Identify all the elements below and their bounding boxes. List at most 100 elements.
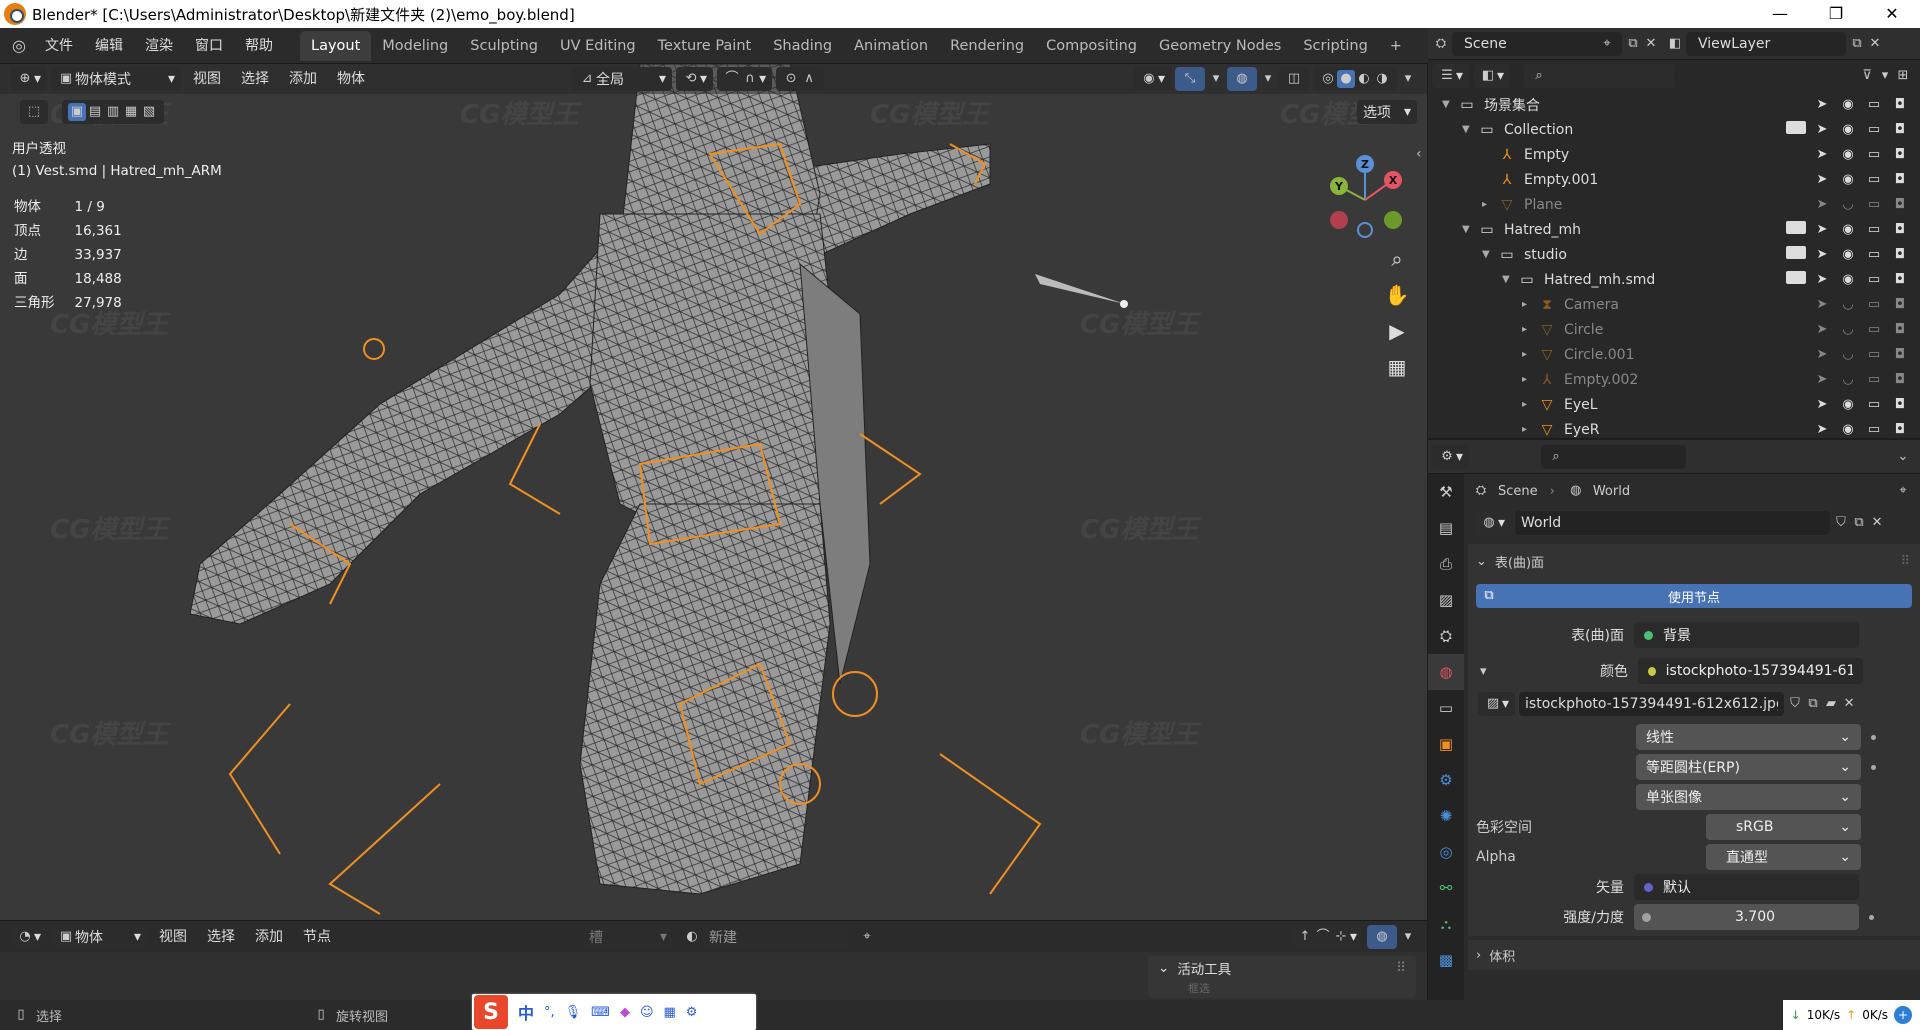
eye-icon[interactable]: ◡ [1838,347,1858,362]
viewport-visibility-icon[interactable]: ▭ [1864,422,1884,437]
eye-icon[interactable]: ◉ [1838,272,1858,287]
node-snap-icon[interactable]: ⊹ [1332,928,1350,946]
world-browse-button[interactable]: ◍▾ [1474,511,1511,535]
shading-dropdown-icon[interactable]: ▾ [1399,70,1417,88]
physics-tab-icon[interactable]: ◎ [1428,834,1464,870]
surface-shader-field[interactable]: 背景 [1634,622,1859,648]
delete-scene-icon[interactable]: ✕ [1642,35,1660,53]
selectable-icon[interactable]: ➤ [1812,247,1832,262]
ortho-grid-icon[interactable]: ▦ [1380,350,1414,384]
render-visibility-icon[interactable]: ◘ [1890,172,1910,187]
shader-editor-canvas[interactable]: ⌄活动工具⠿ 框选 [0,952,1427,1000]
expand-arrow-icon[interactable]: ▸ [1522,424,1536,435]
eye-icon[interactable]: ◉ [1838,222,1858,237]
transform-orientation-select[interactable]: ⊿全局▾ [572,67,672,91]
volume-panel-header[interactable]: › 体积 [1468,940,1920,970]
pin-icon[interactable]: ⌖ [1598,35,1616,53]
drag-handle-icon[interactable]: ⠿ [1396,960,1406,976]
fake-user-icon[interactable]: ⛉ [1832,514,1850,532]
editor-type-button[interactable]: ⊕▾ [10,67,47,91]
outliner-row[interactable]: ▼▭场景集合➤◉▭◘ [1428,92,1920,117]
close-button[interactable]: ✕ [1864,0,1920,28]
selectable-icon[interactable]: ➤ [1812,422,1832,437]
render-visibility-icon[interactable]: ◘ [1890,147,1910,162]
viewport-visibility-icon[interactable]: ▭ [1864,97,1884,112]
xray-toggle[interactable]: ◫ [1279,67,1309,91]
properties-options-icon[interactable]: ⌄ [1894,448,1912,466]
world-tab-icon[interactable]: ◍ [1428,654,1464,690]
constraints-tab-icon[interactable]: ⚯ [1428,870,1464,906]
filter-icon[interactable]: ⊽ [1858,67,1876,85]
outliner-row[interactable]: ▸▽Circle➤◡▭◘ [1428,317,1920,342]
pan-hand-icon[interactable]: ✋ [1380,278,1414,312]
render-visibility-icon[interactable]: ◘ [1890,372,1910,387]
tab-animation[interactable]: Animation [843,31,939,61]
eye-icon[interactable]: ◉ [1838,97,1858,112]
camera-view-icon[interactable]: ▶ [1380,314,1414,348]
toolbox-icon[interactable]: ▦ [664,1005,676,1020]
settings-icon[interactable]: ⚙ [686,1005,698,1020]
new-collection-icon[interactable]: ⊞ [1894,67,1912,85]
output-tab-icon[interactable]: ⎙ [1428,546,1464,582]
slot-select[interactable]: 槽▾ [583,925,673,949]
expand-arrow-icon[interactable]: ▼ [1482,249,1496,260]
select-subtract-icon[interactable]: ▥ [104,103,122,121]
selectable-icon[interactable]: ➤ [1812,372,1832,387]
keyframe-dot-icon[interactable] [1869,915,1874,920]
outliner-editor-type[interactable]: ☰▾ [1432,64,1469,88]
parent-node-icon[interactable]: ↑ [1296,928,1314,946]
eye-icon[interactable]: ◉ [1838,122,1858,137]
snap-button[interactable]: ⌒∩▾ [717,67,772,91]
data-tab-icon[interactable]: ⛬ [1428,906,1464,942]
outliner-row[interactable]: ▸▽EyeR➤◉▭◘ [1428,417,1920,442]
outliner-row[interactable]: ▸▽Circle.001➤◡▭◘ [1428,342,1920,367]
select-extend-icon[interactable]: ▤ [86,103,104,121]
outliner-search-input[interactable]: ⌕ [1524,64,1674,88]
viewport-visibility-icon[interactable]: ▭ [1864,247,1884,262]
view-layer-tab-icon[interactable]: ▨ [1428,582,1464,618]
pin-icon[interactable]: ⌖ [858,928,876,946]
snap-icon[interactable]: ⌒ [1314,928,1332,946]
outliner-row[interactable]: ▸⅄Empty.002➤◡▭◘ [1428,367,1920,392]
outliner-row[interactable]: ▼▭studio➤◉▭◘ [1428,242,1920,267]
filter-dropdown-icon[interactable]: ▾ [1876,67,1894,85]
eye-icon[interactable]: ◉ [1838,422,1858,437]
expand-arrow-icon[interactable]: ▼ [1462,224,1476,235]
active-tool-panel-header[interactable]: ⌄活动工具⠿ [1148,956,1416,980]
outliner-row[interactable]: ▼▭Collection➤◉▭◘ [1428,117,1920,142]
properties-search-input[interactable]: ⌕ [1541,445,1686,469]
render-visibility-icon[interactable]: ◘ [1890,222,1910,237]
expand-arrow-icon[interactable]: ▼ [1502,274,1516,285]
viewport-visibility-icon[interactable]: ▭ [1864,197,1884,212]
eye-icon[interactable]: ◡ [1838,297,1858,312]
viewport-menu-add[interactable]: 添加 [279,67,327,91]
select-intersect-icon[interactable]: ▧ [140,103,158,121]
outliner-row[interactable]: ▸▽Plane➤◡▭◘ [1428,192,1920,217]
viewport-visibility-icon[interactable]: ▭ [1864,372,1884,387]
tab-uv-editing[interactable]: UV Editing [549,31,647,61]
viewport-visibility-icon[interactable]: ▭ [1864,122,1884,137]
viewport-visibility-icon[interactable]: ▭ [1864,322,1884,337]
breadcrumb-world[interactable]: World [1593,484,1630,499]
proportional-edit-button[interactable]: ⊙∧ [776,67,824,91]
image-name-field[interactable]: istockphoto-157394491-612x612.jpg [1519,692,1784,716]
alpha-select[interactable]: 直通型⌄ [1706,844,1861,870]
render-visibility-icon[interactable]: ◘ [1890,397,1910,412]
exclude-checkbox[interactable] [1786,246,1806,263]
solid-shading-icon[interactable]: ● [1337,70,1355,88]
selection-mode-buttons[interactable]: ▣ ▤ ▥ ▦ ▧ [62,100,164,124]
menu-file[interactable]: 文件 [34,31,84,61]
selectable-icon[interactable]: ➤ [1812,397,1832,412]
selectable-icon[interactable]: ➤ [1812,122,1832,137]
selectable-icon[interactable]: ➤ [1812,172,1832,187]
options-button[interactable]: 选项▾ [1357,100,1417,124]
rendered-shading-icon[interactable]: ◑ [1373,70,1391,88]
exclude-checkbox[interactable] [1786,271,1806,288]
light-object[interactable] [1035,274,1125,304]
outliner-row[interactable]: ▸▽EyeL➤◉▭◘ [1428,392,1920,417]
duplicate-icon[interactable]: ⧉ [1804,695,1822,713]
expand-arrow-icon[interactable]: ▸ [1522,324,1536,335]
node-tool-buttons[interactable]: ↑⌒⊹▾ [1290,925,1363,949]
tab-modeling[interactable]: Modeling [371,31,459,61]
expand-arrow-icon[interactable]: ▸ [1522,299,1536,310]
